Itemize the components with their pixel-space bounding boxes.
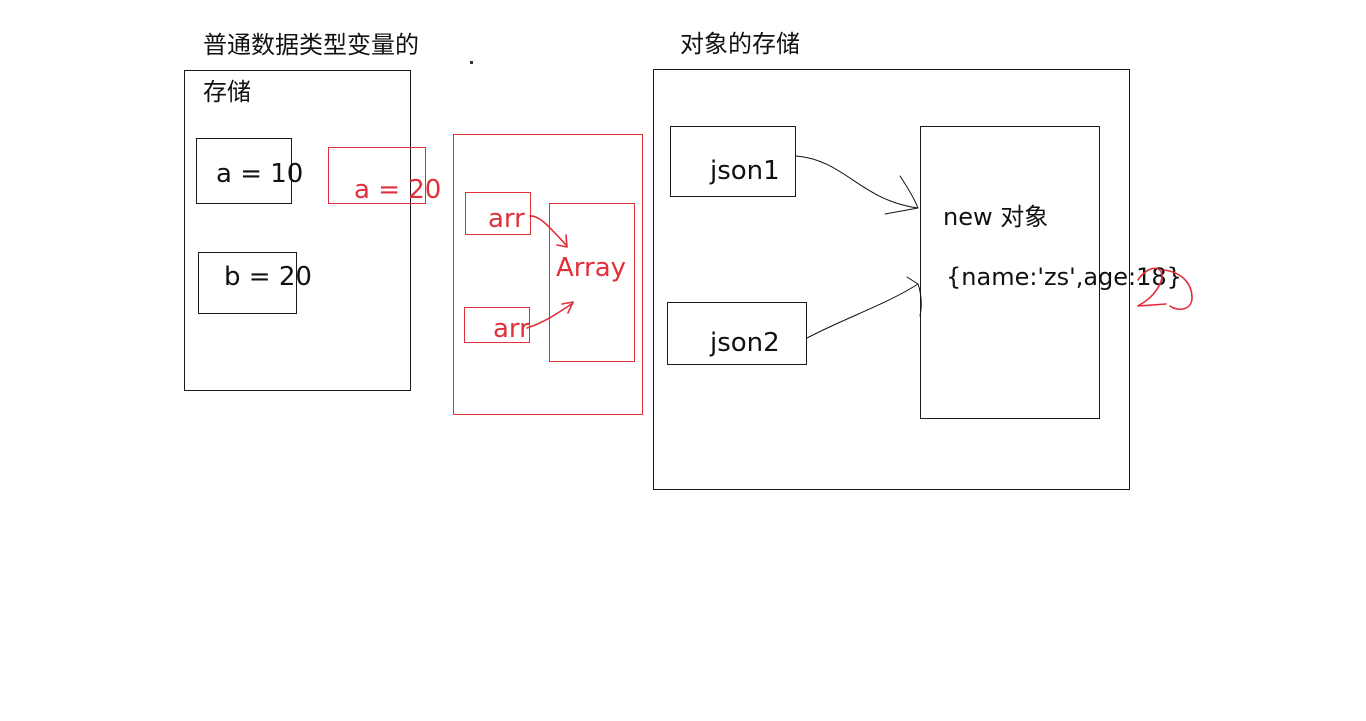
json2-label: json2: [710, 328, 780, 358]
heap-object-title: new 对象: [943, 203, 1049, 231]
primitive-title-continued: 存储: [203, 78, 251, 106]
heap-object-content: {name:'zs',age:18}: [946, 263, 1182, 291]
var-b-label: b = 20: [224, 262, 312, 292]
var-a-label: a = 10: [216, 159, 304, 189]
json1-label: json1: [710, 156, 780, 186]
array-ref2-label: arr: [493, 314, 530, 344]
array-heap-label: Array: [556, 253, 627, 283]
primitive-title: 普通数据类型变量的: [203, 31, 419, 59]
object-title: 对象的存储: [680, 30, 800, 58]
array-ref1-label: arr: [488, 204, 525, 234]
stray-dot: [470, 61, 473, 64]
var-a-modified-label: a = 20: [354, 175, 442, 205]
primitive-storage-frame: [184, 70, 411, 391]
